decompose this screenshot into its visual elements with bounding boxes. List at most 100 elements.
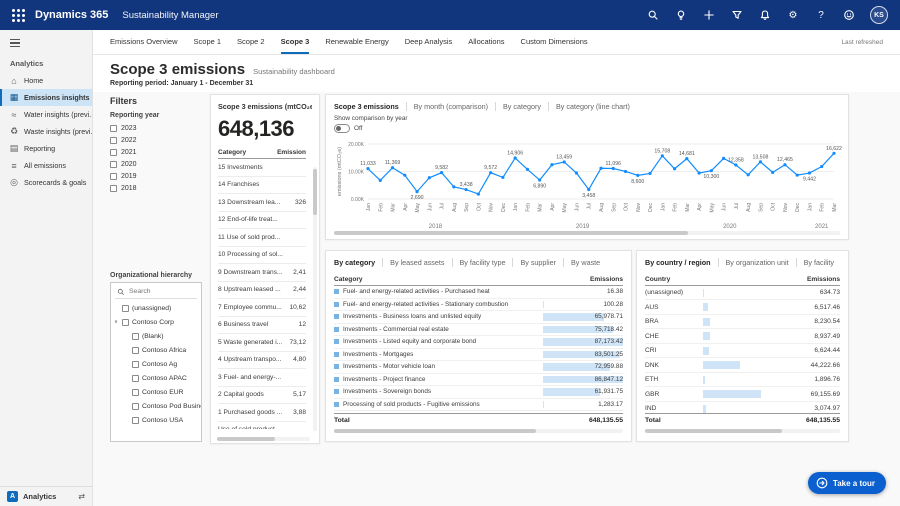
checkbox-icon[interactable] (110, 149, 117, 156)
tab-custom-dimensions[interactable]: Custom Dimensions (521, 30, 588, 54)
brand-title[interactable]: Dynamics 365 (35, 9, 108, 21)
lightbulb-icon[interactable] (674, 8, 688, 22)
checkbox-icon[interactable] (110, 125, 117, 132)
org-tree-item[interactable]: ∨ Contoso Corp (111, 315, 201, 329)
checkbox-icon[interactable] (122, 319, 129, 326)
viz-tab-by-supplier[interactable]: By supplier (512, 258, 563, 267)
comparison-toggle[interactable] (334, 124, 350, 133)
org-tree-item[interactable]: Contoso Africa (111, 343, 201, 357)
checkbox-icon[interactable] (110, 185, 117, 192)
org-tree-item[interactable]: (Blank) (111, 329, 201, 343)
category-table-row: Processing of sold products - Mobile com… (334, 411, 623, 412)
sidebar-item-reporting[interactable]: ▤Reporting (0, 140, 92, 157)
org-tree-item[interactable]: Contoso Pod Business (111, 399, 201, 413)
year-filter-option[interactable]: 2020 (110, 158, 202, 170)
sidebar-item-waste-insights[interactable]: ♻Waste insights (previ... (0, 123, 92, 140)
svg-text:Jan: Jan (366, 203, 372, 211)
svg-text:Mar: Mar (391, 203, 397, 212)
horizontal-scrollbar[interactable] (334, 429, 623, 433)
total-value: 648,135.55 (589, 417, 623, 424)
org-search[interactable] (115, 285, 197, 299)
viz-tab-by-category-line[interactable]: By category (line chart) (548, 102, 637, 111)
tab-allocations[interactable]: Allocations (468, 30, 504, 54)
checkbox-icon[interactable] (132, 375, 139, 382)
checkbox-icon[interactable] (122, 305, 129, 312)
org-tree-item[interactable]: Contoso USA (111, 413, 201, 427)
emission-cell: 3,88 (293, 409, 306, 416)
svg-text:9,572: 9,572 (484, 165, 497, 171)
tab-scope-3[interactable]: Scope 3 (281, 30, 310, 54)
svg-text:Jul: Jul (587, 203, 593, 209)
checkbox-icon[interactable] (132, 389, 139, 396)
sidebar-item-home[interactable]: ⌂Home (0, 72, 92, 89)
switch-area-icon[interactable]: ⇄ (78, 492, 85, 501)
org-tree-item[interactable]: Contoso EUR (111, 385, 201, 399)
checkbox-icon[interactable] (110, 161, 117, 168)
viz-tab-by-month-comparison[interactable]: By month (comparison) (406, 102, 495, 111)
viz-tab-by-leased-assets[interactable]: By leased assets (382, 258, 451, 267)
vertical-scrollbar[interactable] (313, 167, 317, 431)
year-filter-option[interactable]: 2019 (110, 170, 202, 182)
sidebar-item-all-emissions[interactable]: ≡All emissions (0, 157, 92, 174)
sidebar-item-label: Waste insights (previ... (24, 127, 92, 136)
checkbox-icon[interactable] (110, 137, 117, 144)
viz-tab-by-waste[interactable]: By waste (563, 258, 607, 267)
hamburger-menu-icon[interactable] (0, 30, 92, 54)
org-tree-item[interactable]: Contoso Ag (111, 357, 201, 371)
emissions-cell: 6,517.46 (761, 304, 840, 311)
checkbox-icon[interactable] (132, 347, 139, 354)
checkbox-icon[interactable] (132, 403, 139, 410)
checkbox-icon[interactable] (110, 173, 117, 180)
row-bullet-icon (334, 339, 339, 344)
sidebar-item-scorecards-goals[interactable]: ◎Scorecards & goals (0, 174, 92, 191)
app-launcher-icon[interactable] (12, 9, 25, 22)
horizontal-scrollbar[interactable] (217, 437, 310, 441)
year-filter-option[interactable]: 2023 (110, 122, 202, 134)
horizontal-scrollbar[interactable] (645, 429, 840, 433)
viz-tab-by-category[interactable]: By category (495, 102, 548, 111)
viz-tab-by-facility[interactable]: By facility (796, 258, 840, 267)
take-a-tour-button[interactable]: Take a tour (808, 472, 886, 494)
kpi-table-row: 8 Upstream leased ... 2,44 (218, 282, 306, 300)
search-input[interactable] (129, 288, 195, 295)
year-filter-option[interactable]: 2018 (110, 182, 202, 194)
user-avatar[interactable]: KS (870, 6, 888, 24)
viz-tab-by-country-region[interactable]: By country / region (645, 258, 718, 267)
tab-scope-2[interactable]: Scope 2 (237, 30, 265, 54)
tab-emissions-overview[interactable]: Emissions Overview (110, 30, 178, 54)
feedback-smiley-icon[interactable] (842, 8, 856, 22)
checkbox-icon[interactable] (132, 417, 139, 424)
tab-renewable-energy[interactable]: Renewable Energy (325, 30, 388, 54)
svg-text:Oct: Oct (476, 202, 482, 210)
expand-caret-icon[interactable]: ∨ (113, 319, 119, 325)
viz-tab-by-category[interactable]: By category (334, 258, 382, 267)
checkbox-icon[interactable] (132, 333, 139, 340)
add-icon[interactable] (702, 8, 716, 22)
year-label: 2019 (121, 173, 137, 180)
tab-scope-1[interactable]: Scope 1 (194, 30, 222, 54)
svg-text:8,600: 8,600 (631, 179, 644, 185)
chart-horizontal-scrollbar[interactable] (334, 231, 840, 235)
org-tree-item[interactable]: (unassigned) (111, 301, 201, 315)
help-icon[interactable]: ? (814, 8, 828, 22)
svg-text:Sep: Sep (758, 203, 764, 212)
area-switcher[interactable]: A Analytics ⇄ (0, 486, 92, 506)
checkbox-icon[interactable] (132, 361, 139, 368)
year-filter-option[interactable]: 2021 (110, 146, 202, 158)
search-icon[interactable] (646, 8, 660, 22)
emissions-cell: 3,074.97 (761, 405, 840, 412)
sidebar-item-water-insights[interactable]: ≈Water insights (previ... (0, 106, 92, 123)
viz-tab-by-organization-unit[interactable]: By organization unit (718, 258, 796, 267)
tab-deep-analysis[interactable]: Deep Analysis (405, 30, 453, 54)
viz-tab-by-facility-type[interactable]: By facility type (452, 258, 513, 267)
filter-icon[interactable] (730, 8, 744, 22)
viz-tab-scope3-emissions[interactable]: Scope 3 emissions (334, 102, 406, 111)
column-country: Country (645, 276, 770, 283)
org-tree-item[interactable]: Contoso APAC (111, 371, 201, 385)
bell-icon[interactable] (758, 8, 772, 22)
year-filter-option[interactable]: 2022 (110, 134, 202, 146)
row-bullet-icon (334, 327, 339, 332)
total-value: 648,135.55 (806, 417, 840, 424)
sidebar-item-emissions-insights[interactable]: ▦Emissions insights (0, 89, 92, 106)
gear-icon[interactable]: ⚙ (786, 8, 800, 22)
